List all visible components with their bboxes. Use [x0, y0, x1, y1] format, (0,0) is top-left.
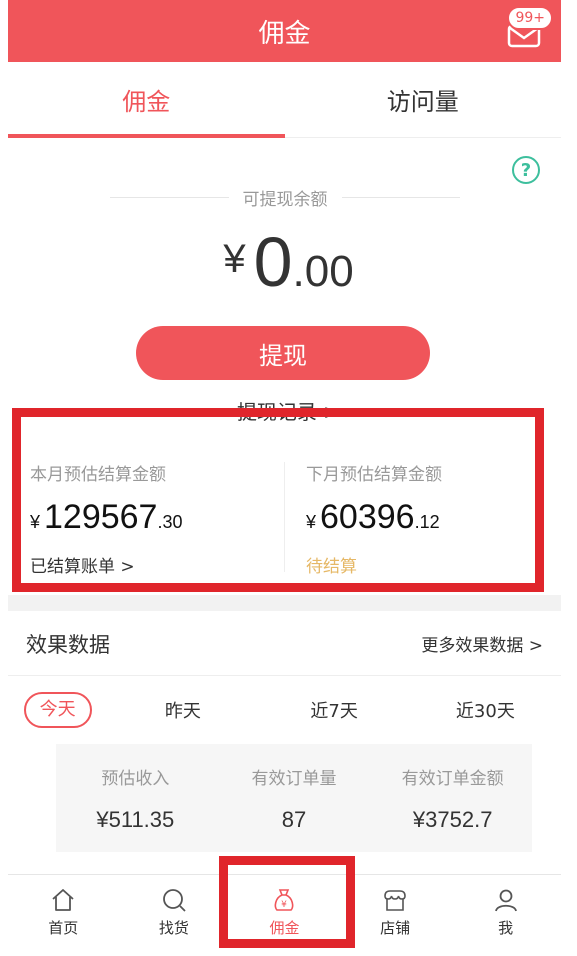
- next-month-currency: ¥: [306, 512, 317, 532]
- tab-visits[interactable]: 访问量: [285, 62, 562, 137]
- this-month-integer: 129567: [44, 498, 158, 536]
- balance-label-row: 可提现余额: [110, 182, 460, 212]
- stat-label: 预估收入: [101, 769, 170, 789]
- home-icon: [52, 889, 74, 911]
- next-month-title: 下月预估结算金额: [306, 465, 442, 485]
- message-count-badge: 99+: [507, 6, 553, 30]
- page-title: 佣金: [258, 18, 311, 49]
- estimate-section: 本月预估结算金额 ¥129567.30 已结算账单 > 下月预估结算金额 ¥60…: [8, 422, 561, 586]
- estimate-divider: [284, 462, 285, 572]
- period-7-days[interactable]: 近7天: [274, 697, 394, 723]
- balance-label: 可提现余额: [242, 189, 328, 210]
- settled-bills-link[interactable]: 已结算账单 >: [30, 552, 135, 577]
- pending-settlement-status: 待结算: [306, 557, 357, 577]
- help-icon[interactable]: ?: [512, 156, 540, 184]
- nav-label: 店铺: [380, 919, 411, 937]
- period-today[interactable]: 今天: [23, 692, 92, 728]
- search-icon: [162, 889, 186, 912]
- effect-data-title: 效果数据: [26, 632, 110, 657]
- bottom-nav: 首页 找货 ¥ 佣金 店铺 我: [8, 874, 561, 948]
- section-separator: [8, 595, 561, 611]
- balance-amount: ¥0.00: [0, 222, 577, 302]
- nav-label: 我: [498, 919, 514, 937]
- this-month-amount: ¥129567.30: [30, 498, 183, 537]
- nav-label: 找货: [158, 919, 189, 937]
- nav-find-goods[interactable]: 找货: [119, 875, 230, 948]
- withdraw-button[interactable]: 提现: [136, 326, 430, 380]
- stat-estimated-income: 预估收入 ¥511.35: [56, 744, 215, 852]
- money-bag-icon: ¥: [275, 889, 294, 911]
- svg-text:¥: ¥: [282, 900, 288, 910]
- more-effect-data-link[interactable]: 更多效果数据 >: [421, 631, 543, 656]
- period-yesterday[interactable]: 昨天: [123, 697, 243, 723]
- stat-valid-order-amount: 有效订单金额 ¥3752.7: [373, 744, 532, 852]
- balance-integer: 0: [253, 223, 293, 301]
- nav-label: 佣金: [269, 919, 300, 937]
- messages-button[interactable]: 99+: [501, 6, 553, 50]
- period-30-days[interactable]: 近30天: [425, 697, 545, 723]
- next-month-integer: 60396: [320, 498, 415, 536]
- nav-me[interactable]: 我: [450, 875, 561, 948]
- period-selector: 今天 昨天 近7天 近30天: [8, 688, 561, 732]
- withdraw-record-link[interactable]: 提现记录 >: [0, 396, 577, 425]
- stats-panel: 预估收入 ¥511.35 有效订单量 87 有效订单金额 ¥3752.7: [56, 744, 532, 852]
- tab-bar: 佣金 访问量: [8, 62, 561, 138]
- nav-shop[interactable]: 店铺: [340, 875, 451, 948]
- stat-value: 87: [281, 807, 307, 832]
- shop-icon: [384, 890, 406, 911]
- next-month-estimate: 下月预估结算金额 ¥60396.12 待结算: [306, 422, 556, 586]
- tab-commission[interactable]: 佣金: [8, 62, 285, 138]
- this-month-currency: ¥: [30, 512, 41, 532]
- nav-label: 首页: [48, 919, 79, 937]
- this-month-title: 本月预估结算金额: [30, 465, 166, 485]
- nav-home[interactable]: 首页: [8, 875, 119, 948]
- this-month-estimate: 本月预估结算金额 ¥129567.30 已结算账单 >: [30, 422, 280, 586]
- balance-decimal: .00: [292, 247, 354, 296]
- user-icon: [494, 889, 517, 912]
- app-header: 佣金 99+: [8, 0, 561, 62]
- stat-value: ¥3752.7: [412, 807, 493, 832]
- this-month-decimal: .30: [157, 512, 183, 532]
- stat-label: 有效订单量: [251, 769, 337, 789]
- balance-currency: ¥: [223, 237, 246, 281]
- stat-value: ¥511.35: [96, 807, 175, 832]
- next-month-amount: ¥60396.12: [306, 498, 440, 537]
- stat-valid-orders: 有效订单量 87: [215, 744, 374, 852]
- nav-commission[interactable]: ¥ 佣金: [229, 875, 340, 948]
- effect-data-header: 效果数据 更多效果数据 >: [8, 612, 561, 676]
- next-month-decimal: .12: [414, 512, 440, 532]
- stat-label: 有效订单金额: [401, 769, 504, 789]
